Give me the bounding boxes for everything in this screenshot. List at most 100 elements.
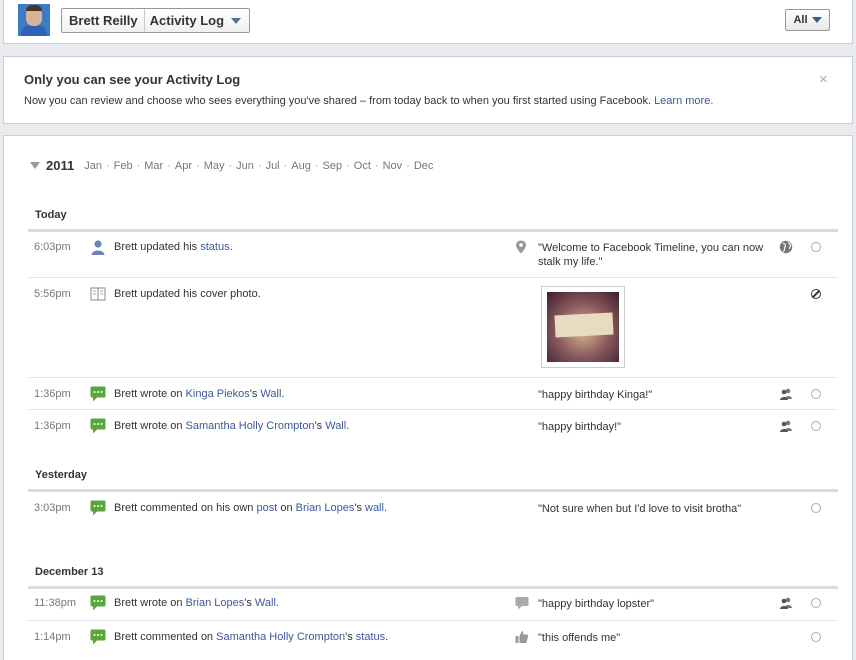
timeline-visibility-toggle[interactable] [811,598,821,608]
notice-text: Now you can review and choose who sees e… [24,95,651,107]
month-link-jan[interactable]: Jan [84,160,102,172]
globe-icon[interactable] [779,240,793,257]
filter-all-button[interactable]: All [785,9,830,31]
filter-label: All [793,14,808,26]
month-separator: · [283,159,288,172]
month-link-jul[interactable]: Jul [266,160,280,172]
activity-description: Brett wrote on Samantha Holly Crompton's… [114,420,349,432]
chevron-down-icon [811,17,822,23]
activity-description: Brett updated his status. [114,241,233,253]
activity-quote: "happy birthday!" [538,421,622,433]
thumbs-up-icon [515,630,529,647]
activity-time[interactable]: 1:36pm [34,388,71,400]
person-icon [90,239,106,255]
activity-timeline: 2011 Jan · Feb · Mar · Apr · May · Jun · Jul · Aug · Sep… [3,135,853,660]
activity-text: . [383,502,388,514]
month-link-apr[interactable]: Apr [175,160,192,172]
activity-link[interactable]: wall [365,502,384,514]
close-icon[interactable]: × [819,71,828,88]
cover-photo-thumbnail[interactable] [541,286,625,368]
activity-description: Brett wrote on Brian Lopes's Wall. [114,597,279,609]
month-link-may[interactable]: May [204,160,225,172]
activity-text: . [229,241,233,253]
month-link-feb[interactable]: Feb [114,160,133,172]
timeline-visibility-toggle[interactable] [811,503,821,513]
wall-post-icon [90,386,106,402]
breadcrumb[interactable]: Brett Reilly Activity Log [61,8,251,33]
page-title: Activity Log [149,13,225,28]
comment-icon [90,500,106,516]
cover-photo-icon [90,286,106,302]
activity-text: . [346,420,350,432]
section-label-today: Today [35,209,67,221]
section-label-december-13: December 13 [35,566,104,578]
month-separator: · [374,159,379,172]
activity-link[interactable]: post [256,502,277,514]
activity-time[interactable]: 11:38pm [34,597,76,609]
month-link-nov[interactable]: Nov [383,160,403,172]
month-link-oct[interactable]: Oct [354,160,371,172]
month-link-mar[interactable]: Mar [144,160,163,172]
activity-time[interactable]: 5:56pm [34,288,71,300]
month-separator: · [167,159,171,172]
activity-link[interactable]: Samantha Holly Crompton [186,420,315,432]
activity-quote: "Not sure when but I'd love to visit bro… [538,503,742,515]
month-separator: · [228,159,233,172]
wall-post-icon [90,595,106,611]
activity-link[interactable]: status [200,241,229,253]
month-separator: · [406,159,410,172]
timeline-visibility-toggle[interactable] [811,421,821,431]
month-link-aug[interactable]: Aug [291,160,311,172]
activity-time[interactable]: 3:03pm [34,502,71,514]
activity-row: 6:03pm Brett updated his status. "Welcome … [28,231,838,277]
comment-icon [90,629,106,645]
month-separator: · [136,159,141,172]
month-link-dec[interactable]: Dec [414,160,434,172]
year-label[interactable]: 2011 [46,158,74,173]
activity-link[interactable]: Brian Lopes [186,597,245,609]
notice-title: Only you can see your Activity Log [24,72,241,87]
activity-text: 's [244,597,255,609]
activity-text: Brett updated his [114,241,201,253]
friends-icon[interactable] [779,419,793,436]
hidden-from-timeline-icon[interactable] [811,289,821,299]
activity-link[interactable]: Brian Lopes [296,502,355,514]
year-navigation: 2011 Jan · Feb · Mar · Apr · May · Jun · Jul · Aug · Sep… [30,158,433,173]
activity-text: 's [249,388,261,400]
month-list: Jan · Feb · Mar · Apr · May · Jun · Jul · Aug · Sep · Oct ·… [84,160,433,172]
collapse-triangle-icon[interactable] [30,162,40,169]
month-separator: · [314,159,319,172]
activity-link[interactable]: Wall [325,420,346,432]
avatar[interactable] [18,4,50,36]
user-name-link[interactable]: Brett Reilly [62,9,145,32]
timeline-visibility-toggle[interactable] [811,632,821,642]
location-pin-icon [515,240,527,257]
activity-time[interactable]: 6:03pm [34,241,71,253]
friends-icon[interactable] [779,387,793,404]
learn-more-link[interactable]: Learn more. [654,95,713,107]
activity-link[interactable]: Samantha Holly Crompton [216,631,345,643]
activity-link[interactable]: status [356,631,385,643]
activity-link[interactable]: Wall [260,388,281,400]
activity-text: . [385,631,389,643]
activity-log-dropdown[interactable]: Activity Log [145,13,249,28]
section-label-yesterday: Yesterday [35,469,87,481]
month-link-sep[interactable]: Sep [323,160,343,172]
activity-link[interactable]: Kinga Piekos [186,388,250,400]
activity-text: 's [314,420,326,432]
activity-text: 's [345,631,356,643]
activity-description: Brett commented on Samantha Holly Crompt… [114,631,388,643]
activity-description: Brett commented on his own post on Brian… [114,502,387,514]
privacy-notice: Only you can see your Activity Log Now y… [3,56,853,124]
activity-text: 's [354,502,365,514]
activity-text: Brett commented on his own [114,502,257,514]
timeline-visibility-toggle[interactable] [811,389,821,399]
activity-quote: "happy birthday lopster" [538,598,655,610]
month-link-jun[interactable]: Jun [236,160,254,172]
activity-time[interactable]: 1:36pm [34,420,71,432]
activity-time[interactable]: 1:14pm [34,631,71,643]
activity-link[interactable]: Wall [255,597,276,609]
activity-text: Brett commented on [114,631,217,643]
friends-icon[interactable] [779,596,793,613]
timeline-visibility-toggle[interactable] [811,242,821,252]
